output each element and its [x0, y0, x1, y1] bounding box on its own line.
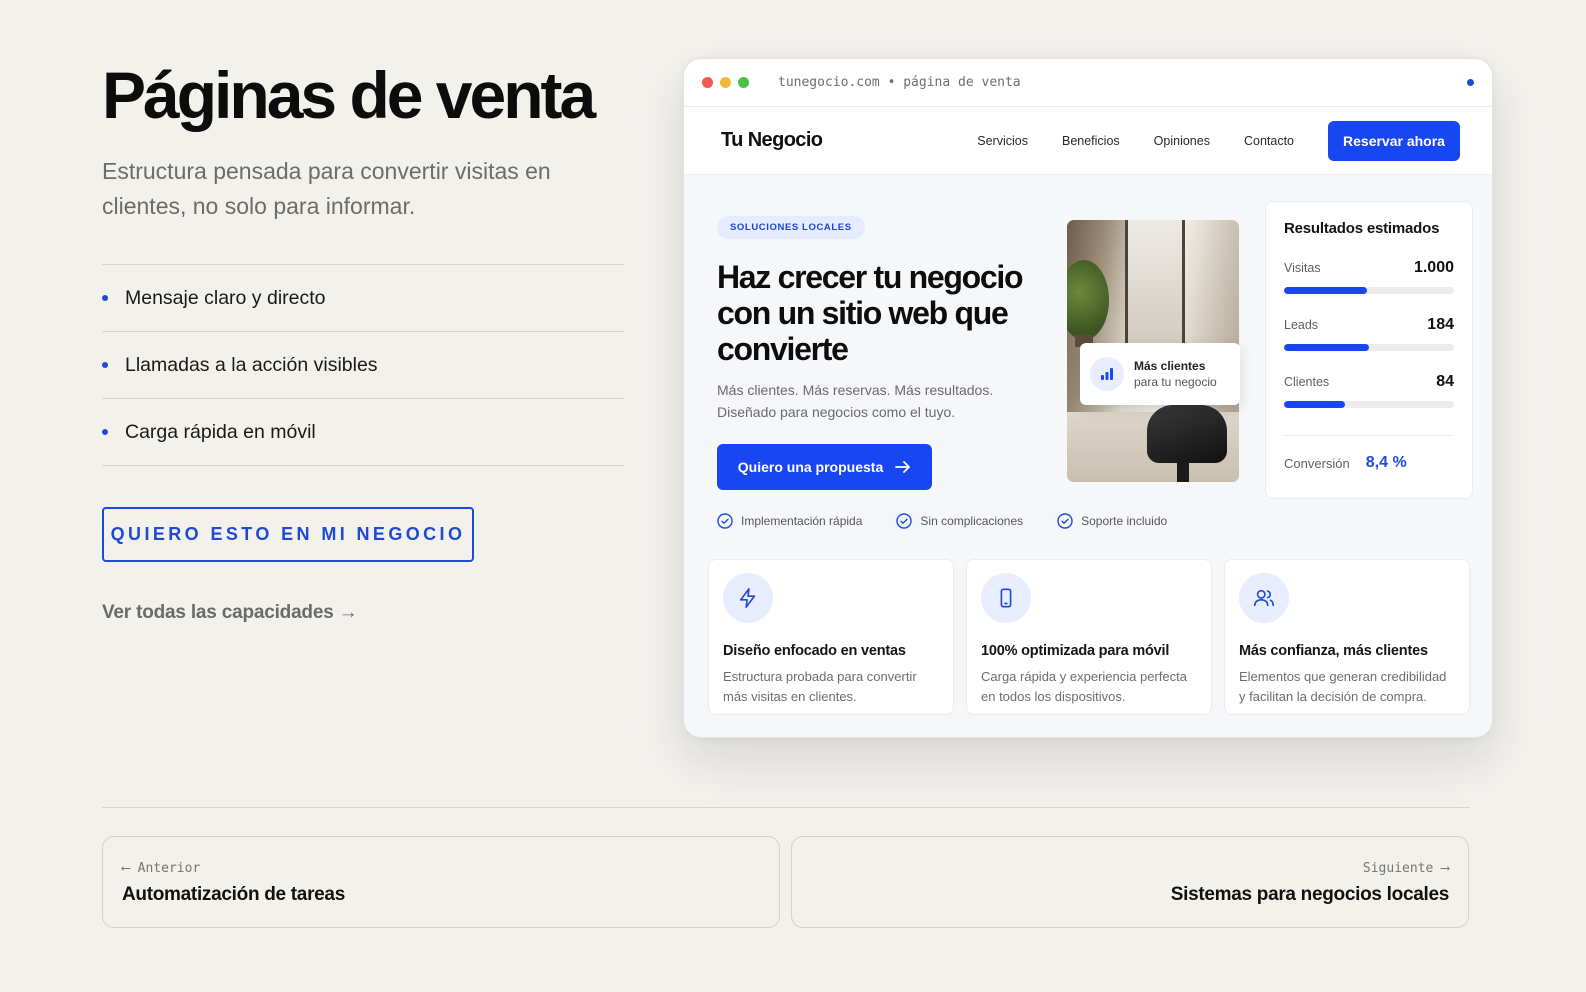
stat-clientes: Clientes 84 — [1284, 373, 1454, 408]
feature-label: Carga rápida en móvil — [125, 420, 316, 443]
check-circle-icon — [1057, 513, 1073, 529]
check-label: Soporte incluido — [1081, 514, 1168, 528]
hero-text: Más clientes. Más reservas. Más resultad… — [717, 382, 994, 420]
previous-label: ⟵ Anterior — [122, 861, 201, 876]
check-label: Sin complicaciones — [920, 514, 1024, 528]
mini-card-title: Más clientes — [1134, 359, 1206, 373]
nav-link-contacto[interactable]: Contacto — [1244, 134, 1294, 148]
progress-track — [1284, 344, 1454, 351]
next-page-link[interactable]: Siguiente ⟶ Sistemas para negocios local… — [791, 836, 1469, 928]
close-dot-icon — [702, 77, 713, 88]
feature-card-trust: Más confianza, más clientes Elementos qu… — [1224, 559, 1470, 715]
stat-value: 184 — [1427, 316, 1454, 333]
stat-label: Clientes — [1284, 375, 1330, 389]
page-subtitle: Estructura pensada para convertir visita… — [102, 158, 551, 219]
users-icon — [1239, 573, 1289, 623]
intro-column: Páginas de venta Estructura pensada para… — [102, 62, 624, 624]
progress-fill — [1284, 344, 1369, 351]
stat-label: Visitas — [1284, 261, 1321, 275]
bar-chart-icon — [1090, 357, 1124, 391]
next-title: Sistemas para negocios locales — [1170, 884, 1450, 905]
check-circle-icon — [896, 513, 913, 529]
site-header: Tu Negocio Servicios Beneficios Opinione… — [684, 107, 1492, 175]
site-nav: Servicios Beneficios Opiniones Contacto — [977, 134, 1294, 148]
check-item: Implementación rápida — [717, 513, 862, 529]
card-text: Elementos que generan credibilidad y fac… — [1239, 669, 1447, 704]
card-title: Diseño enfocado en ventas — [723, 643, 906, 659]
bullet-icon — [102, 429, 108, 435]
feature-label: Mensaje claro y directo — [125, 286, 326, 309]
page-title: Páginas de venta — [102, 58, 596, 132]
card-title: Más confianza, más clientes — [1239, 643, 1428, 659]
previous-title: Automatización de tareas — [122, 884, 345, 905]
bullet-icon — [102, 295, 108, 301]
browser-mockup: tunegocio.com • página de venta Tu Negoc… — [683, 58, 1493, 738]
feature-cards: Diseño enfocado en ventas Estructura pro… — [708, 559, 1470, 715]
progress-track — [1284, 401, 1454, 408]
mini-card-subtitle: para tu negocio — [1134, 375, 1217, 389]
stat-value: 84 — [1436, 373, 1454, 390]
feature-label: Llamadas a la acción visibles — [125, 353, 378, 376]
hero-badge: SOLUCIONES LOCALES — [717, 216, 865, 239]
progress-track — [1284, 287, 1454, 294]
clients-mini-card: Más clientes para tu negocio — [1080, 343, 1240, 405]
stats-divider — [1284, 435, 1454, 436]
plant-shape — [1067, 260, 1109, 340]
cta-button[interactable]: QUIERO ESTO EN MI NEGOCIO — [102, 507, 474, 562]
arrow-right-icon — [895, 461, 911, 473]
card-title: 100% optimizada para móvil — [981, 643, 1170, 659]
stat-visitas: Visitas 1.000 — [1284, 259, 1454, 294]
check-label: Implementación rápida — [741, 514, 863, 528]
progress-fill — [1284, 401, 1346, 408]
chair-base-shape — [1177, 460, 1189, 482]
stat-leads: Leads 184 — [1284, 316, 1454, 351]
maximize-dot-icon — [738, 77, 749, 88]
conversion-label: Conversión — [1284, 455, 1350, 471]
minimize-dot-icon — [720, 77, 731, 88]
nav-link-servicios[interactable]: Servicios — [977, 134, 1028, 148]
card-text: Carga rápida y experiencia perfecta en t… — [981, 669, 1187, 704]
window-bar: tunegocio.com • página de venta — [684, 59, 1492, 107]
check-item: Sin complicaciones — [896, 513, 1023, 529]
nav-link-opiniones[interactable]: Opiniones — [1154, 134, 1210, 148]
stat-label: Leads — [1284, 318, 1319, 332]
window-url: tunegocio.com • página de venta — [778, 75, 1021, 90]
previous-page-link[interactable]: ⟵ Anterior Automatización de tareas — [102, 836, 780, 928]
benefit-checks: Implementación rápida Sin complicaciones… — [717, 513, 1167, 529]
feature-item: Mensaje claro y directo — [102, 265, 624, 332]
proposal-button-label: Quiero una propuesta — [737, 459, 884, 475]
next-label: Siguiente ⟶ — [1362, 861, 1449, 876]
hero-title: Haz crecer tu negocio con un sitio web q… — [717, 259, 1024, 367]
feature-item: Carga rápida en móvil — [102, 399, 624, 466]
feature-card-sales: Diseño enfocado en ventas Estructura pro… — [708, 559, 954, 715]
feature-list: Mensaje claro y directo Llamadas a la ac… — [102, 264, 624, 466]
results-title: Resultados estimados — [1284, 220, 1440, 237]
conversion-value: 8,4 % — [1365, 454, 1407, 471]
conversion-row: Conversión 8,4 % — [1284, 454, 1454, 472]
check-item: Soporte incluido — [1057, 513, 1167, 529]
hero-section: SOLUCIONES LOCALES Haz crecer tu negocio… — [717, 216, 1047, 490]
status-dot-icon — [1467, 79, 1474, 86]
card-text: Estructura probada para convertir más vi… — [723, 669, 917, 704]
nav-link-beneficios[interactable]: Beneficios — [1062, 134, 1120, 148]
feature-item: Llamadas a la acción visibles — [102, 332, 624, 399]
lightning-icon — [723, 573, 773, 623]
chair-shape — [1147, 405, 1227, 463]
all-capabilities-link[interactable]: Ver todas las capacidades → — [102, 602, 358, 624]
check-circle-icon — [717, 513, 733, 529]
feature-card-mobile: 100% optimizada para móvil Carga rápida … — [966, 559, 1212, 715]
site-logo[interactable]: Tu Negocio — [721, 129, 823, 152]
results-panel: Resultados estimados Visitas 1.000 Leads 1… — [1265, 201, 1473, 499]
reserve-button[interactable]: Reservar ahora — [1328, 120, 1460, 161]
stat-value: 1.000 — [1413, 259, 1454, 276]
section-divider — [102, 807, 1470, 808]
proposal-button[interactable]: Quiero una propuesta — [717, 444, 932, 490]
bullet-icon — [102, 362, 108, 368]
progress-fill — [1284, 287, 1368, 294]
smartphone-icon — [981, 573, 1031, 623]
